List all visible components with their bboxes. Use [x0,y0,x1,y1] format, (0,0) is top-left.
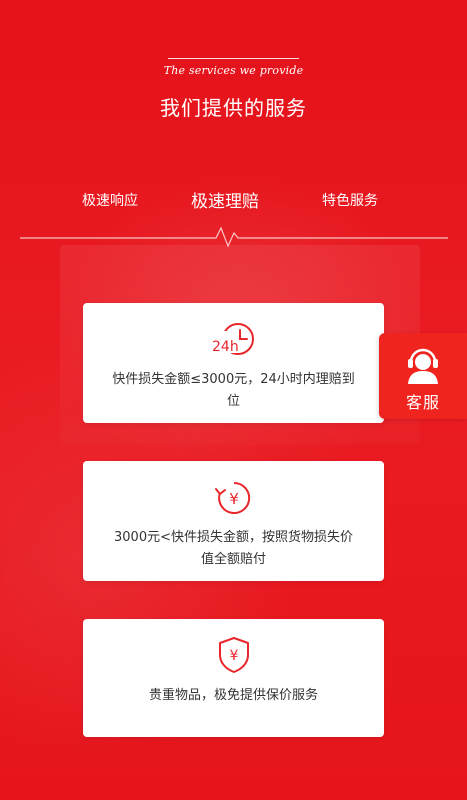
subtitle-block: The services we provide [164,58,304,77]
claim-card-full-compensation: ¥ 3000元<快件损失金额，按照货物损失价值全额赔付 [83,461,384,581]
tab-indicator-pulse-line [20,226,448,248]
claim-card-24h: 24h 快件损失金额≤3000元，24小时内理赔到位 [83,303,384,423]
subtitle-line [167,58,300,59]
headset-agent-icon [408,348,438,384]
svg-text:¥: ¥ [229,490,239,508]
svg-text:¥: ¥ [229,648,238,664]
customer-service-button[interactable]: 客服 [379,333,467,419]
card-text: 贵重物品，极免提供保价服务 [148,688,318,703]
section-header: The services we provide 我们提供的服务 [0,58,467,121]
24h-clock-icon: 24h [209,323,254,355]
section-title: 我们提供的服务 [160,96,307,120]
yuan-shield-icon: ¥ [218,637,249,673]
card-text: 3000元<快件损失金额，按照货物损失价值全额赔付 [114,530,353,567]
tab-special-services[interactable]: 特色服务 [322,190,378,210]
card-text: 快件损失金额≤3000元，24小时内理赔到位 [112,372,355,409]
claim-card-valuables: ¥ 贵重物品，极免提供保价服务 [83,619,384,737]
tab-fast-claims[interactable]: 极速理赔 [191,187,259,212]
service-tabs: 极速响应 极速理赔 特色服务 [0,190,467,220]
yuan-refresh-icon: ¥ [214,481,250,514]
customer-service-label: 客服 [405,393,440,412]
section-subtitle: The services we provide [163,64,304,77]
tab-fast-response[interactable]: 极速响应 [82,190,138,210]
svg-text:24h: 24h [212,339,239,355]
